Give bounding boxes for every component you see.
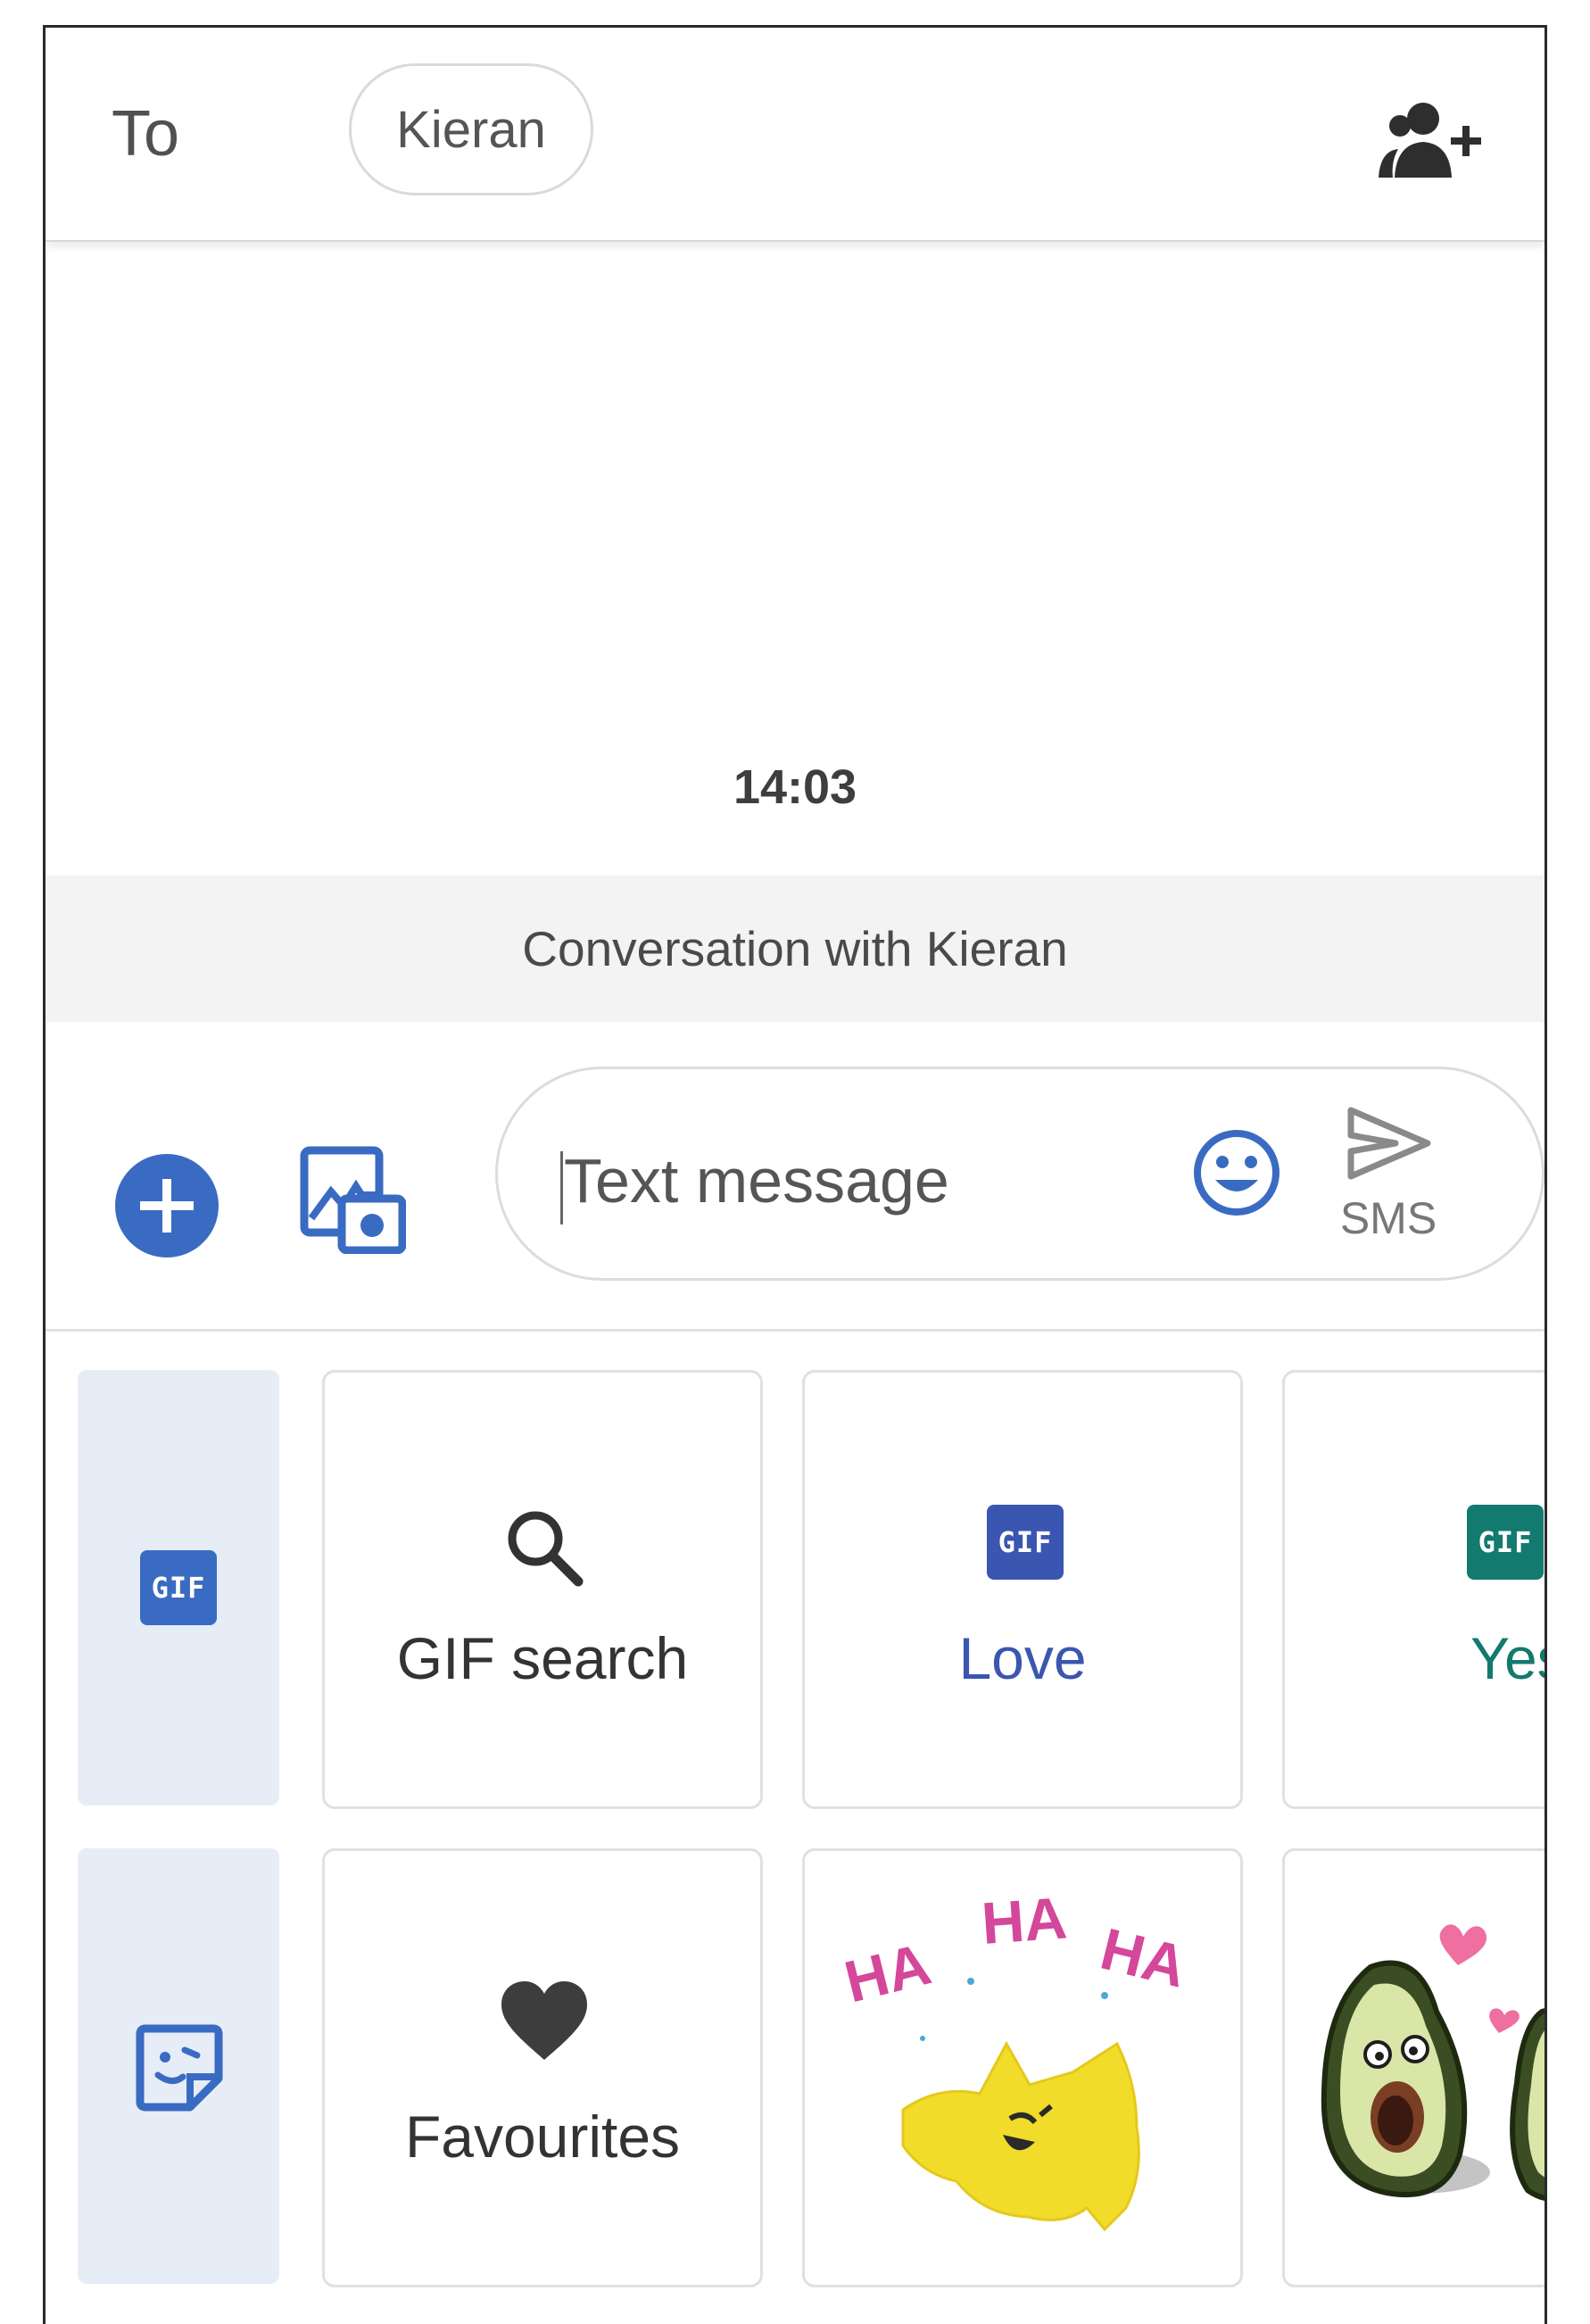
- search-icon: [501, 1505, 587, 1590]
- compose-bar: SMS: [46, 1045, 1544, 1331]
- gif-badge-icon: GIF: [987, 1505, 1064, 1580]
- gif-search-label: GIF search: [396, 1625, 689, 1691]
- gif-category-label: Yes: [1470, 1625, 1544, 1691]
- send-mode-label: SMS: [1339, 1193, 1437, 1243]
- text-cursor: [560, 1151, 563, 1224]
- favourites-card[interactable]: Favourites: [322, 1848, 763, 2287]
- text-message-input[interactable]: [564, 1141, 1135, 1221]
- sticker-ha-text: HA: [838, 1930, 936, 2015]
- heart-icon: [500, 1981, 589, 2062]
- sticker-tab[interactable]: [78, 1848, 279, 2284]
- sticker-ha-text: HA: [980, 1884, 1069, 1955]
- recipient-chip[interactable]: Kieran: [349, 63, 593, 195]
- plus-circle-icon[interactable]: [115, 1154, 219, 1257]
- message-timestamp: 14:03: [733, 760, 857, 814]
- gallery-camera-icon[interactable]: [299, 1145, 407, 1255]
- to-label: To: [112, 98, 180, 170]
- compose-divider: [46, 1329, 1544, 1332]
- person-add-icon[interactable]: [1377, 99, 1489, 179]
- gif-search-card[interactable]: GIF search: [322, 1370, 763, 1809]
- gif-icon: GIF: [140, 1550, 217, 1625]
- gif-category-label: Love: [958, 1625, 1087, 1691]
- messaging-screen: To Kieran 14:03 Conversation with Kieran: [43, 25, 1547, 2324]
- message-composer: SMS: [495, 1067, 1544, 1281]
- conversation-banner: Conversation with Kieran: [46, 876, 1544, 1022]
- sticker-ha-text: HA: [1095, 1915, 1193, 2000]
- send-arrow-icon: [1344, 1105, 1433, 1182]
- sticker-icon: [135, 2023, 224, 2112]
- send-button[interactable]: SMS: [1326, 1105, 1451, 1257]
- favourites-label: Favourites: [404, 2104, 681, 2170]
- gif-category-yes[interactable]: GIF Yes: [1282, 1370, 1544, 1809]
- gif-category-love[interactable]: GIF Love: [802, 1370, 1243, 1809]
- sticker-avocado[interactable]: [1282, 1848, 1544, 2287]
- recipient-header: To Kieran: [46, 28, 1544, 242]
- gif-tab[interactable]: GIF: [78, 1370, 279, 1805]
- gif-badge-icon: GIF: [1467, 1505, 1544, 1580]
- smiley-icon[interactable]: [1190, 1126, 1283, 1219]
- sticker-laughing-star[interactable]: HA HA HA: [802, 1848, 1243, 2287]
